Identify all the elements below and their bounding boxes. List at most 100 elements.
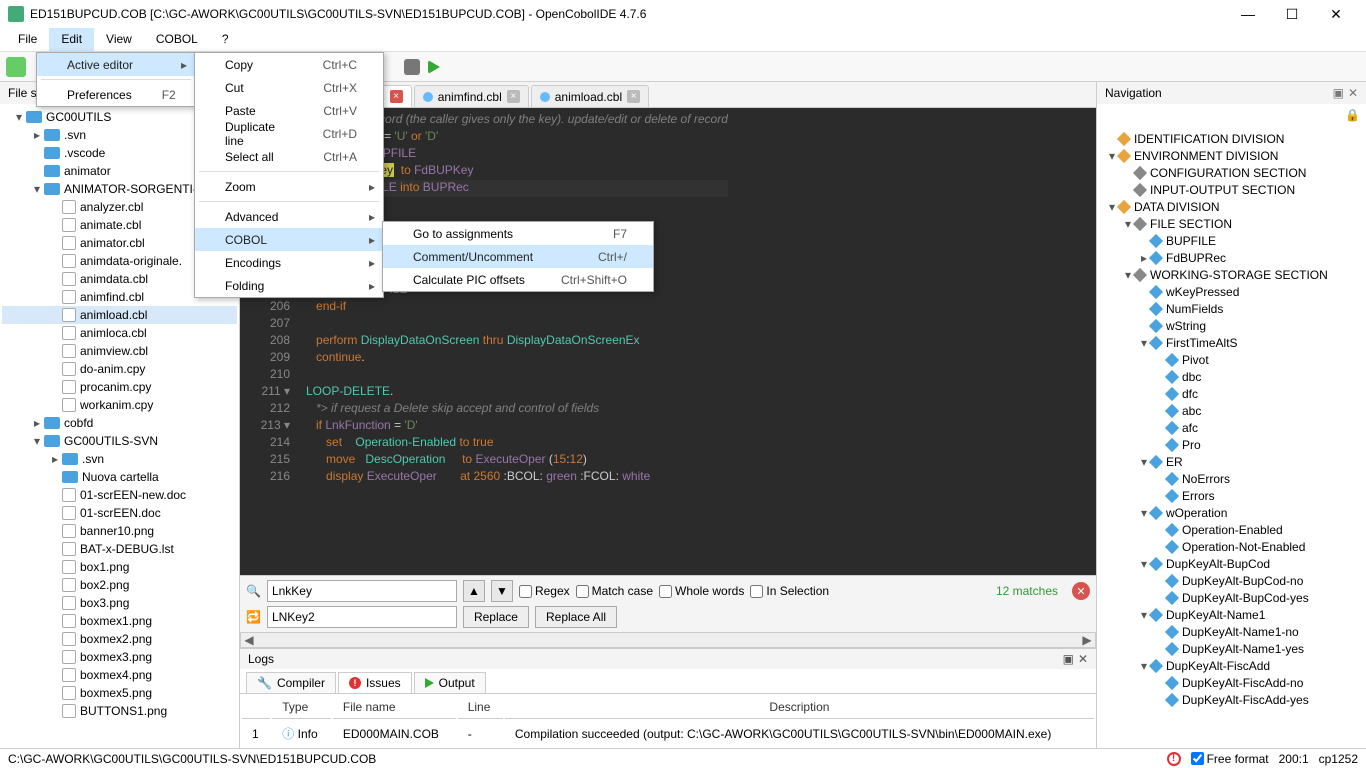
file-item[interactable]: boxmex1.png [2, 612, 237, 630]
nav-item[interactable]: DupKeyAlt-FiscAdd-no [1099, 674, 1364, 691]
nav-undock-icon[interactable]: ▣ [1333, 86, 1344, 100]
tab-close-icon[interactable]: × [507, 90, 520, 103]
menu-item[interactable]: Advanced▸ [195, 205, 383, 228]
file-item[interactable]: animload.cbl [2, 306, 237, 324]
search-close-button[interactable]: ✕ [1072, 582, 1090, 600]
nav-item[interactable]: DupKeyAlt-BupCod-yes [1099, 589, 1364, 606]
nav-item[interactable]: NumFields [1099, 300, 1364, 317]
nav-item[interactable]: wString [1099, 317, 1364, 334]
horizontal-scrollbar[interactable]: ◀▶ [240, 632, 1096, 648]
nav-item[interactable]: BUPFILE [1099, 232, 1364, 249]
wholewords-checkbox[interactable]: Whole words [659, 584, 744, 598]
menu-item[interactable]: Select allCtrl+A [195, 145, 383, 168]
menu-item[interactable]: CutCtrl+X [195, 76, 383, 99]
menu-item[interactable]: CopyCtrl+C [195, 53, 383, 76]
replace-input[interactable] [267, 606, 457, 628]
search-input[interactable] [267, 580, 457, 602]
file-item[interactable]: animview.cbl [2, 342, 237, 360]
nav-item[interactable]: Pro [1099, 436, 1364, 453]
file-item[interactable]: boxmex5.png [2, 684, 237, 702]
file-item[interactable]: boxmex4.png [2, 666, 237, 684]
menu-file[interactable]: File [6, 28, 49, 51]
nav-item[interactable]: Operation-Enabled [1099, 521, 1364, 538]
menu-item[interactable]: Comment/UncommentCtrl+/ [383, 245, 653, 268]
file-item[interactable]: 01-scrEEN.doc [2, 504, 237, 522]
navigation-tree[interactable]: IDENTIFICATION DIVISION▾ENVIRONMENT DIVI… [1097, 126, 1366, 748]
lock-icon[interactable]: 🔒 [1345, 108, 1360, 122]
nav-item[interactable]: ▾DupKeyAlt-FiscAdd [1099, 657, 1364, 674]
status-warn-icon[interactable]: ! [1167, 752, 1181, 766]
nav-item[interactable]: ▾DupKeyAlt-Name1 [1099, 606, 1364, 623]
menu-item[interactable]: Zoom▸ [195, 175, 383, 198]
editor-tab[interactable]: animfind.cbl× [414, 85, 529, 107]
menu-preferences[interactable]: PreferencesF2 [37, 83, 195, 106]
nav-item[interactable]: ▾wOperation [1099, 504, 1364, 521]
nav-item[interactable]: ▾DupKeyAlt-BupCod [1099, 555, 1364, 572]
matchcase-checkbox[interactable]: Match case [576, 584, 653, 598]
menu-active-editor[interactable]: Active editor▸ [37, 53, 195, 76]
menu-item[interactable]: Folding▸ [195, 274, 383, 297]
nav-close-icon[interactable]: ✕ [1348, 86, 1358, 100]
nav-item[interactable]: ▸FdBUPRec [1099, 249, 1364, 266]
nav-item[interactable]: IDENTIFICATION DIVISION [1099, 130, 1364, 147]
file-item[interactable]: boxmex2.png [2, 630, 237, 648]
file-item[interactable]: workanim.cpy [2, 396, 237, 414]
nav-item[interactable]: DupKeyAlt-FiscAdd-yes [1099, 691, 1364, 708]
file-item[interactable]: BUTTONS1.png [2, 702, 237, 720]
free-format-checkbox[interactable]: Free format [1191, 752, 1269, 766]
file-item[interactable]: box1.png [2, 558, 237, 576]
editor-tab[interactable]: animload.cbl× [531, 85, 649, 107]
file-item[interactable]: boxmex3.png [2, 648, 237, 666]
file-item[interactable]: 01-scrEEN-new.doc [2, 486, 237, 504]
nav-item[interactable]: ▾ER [1099, 453, 1364, 470]
replace-button[interactable]: Replace [463, 606, 529, 628]
nav-item[interactable]: ▾FirstTimeAltS [1099, 334, 1364, 351]
menu-item[interactable]: Duplicate lineCtrl+D [195, 122, 383, 145]
file-item[interactable]: banner10.png [2, 522, 237, 540]
tab-close-icon[interactable]: × [627, 90, 640, 103]
file-item[interactable]: box2.png [2, 576, 237, 594]
build-icon[interactable] [404, 59, 420, 75]
nav-item[interactable]: abc [1099, 402, 1364, 419]
new-file-icon[interactable] [6, 57, 26, 77]
menu-item[interactable]: COBOL▸ [195, 228, 383, 251]
nav-item[interactable]: Pivot [1099, 351, 1364, 368]
file-item[interactable]: BAT-x-DEBUG.lst [2, 540, 237, 558]
nav-item[interactable]: DupKeyAlt-BupCod-no [1099, 572, 1364, 589]
menu-cobol[interactable]: COBOL [144, 28, 210, 51]
nav-item[interactable]: CONFIGURATION SECTION [1099, 164, 1364, 181]
menu-help[interactable]: ? [210, 28, 241, 51]
nav-item[interactable]: DupKeyAlt-Name1-yes [1099, 640, 1364, 657]
nav-item[interactable]: Errors [1099, 487, 1364, 504]
folder-item[interactable]: ▾GC00UTILS-SVN [2, 432, 237, 450]
table-row[interactable]: 1 ⓘ Info ED000MAIN.COB - Compilation suc… [242, 721, 1094, 746]
regex-checkbox[interactable]: Regex [519, 584, 570, 598]
nav-item[interactable]: wKeyPressed [1099, 283, 1364, 300]
nav-item[interactable]: ▾WORKING-STORAGE SECTION [1099, 266, 1364, 283]
tab-close-icon[interactable]: × [390, 90, 403, 103]
run-icon[interactable] [428, 60, 440, 74]
nav-item[interactable]: NoErrors [1099, 470, 1364, 487]
file-item[interactable]: box3.png [2, 594, 237, 612]
tab-output[interactable]: Output [414, 672, 486, 693]
tab-issues[interactable]: !Issues [338, 672, 412, 693]
menu-edit[interactable]: Edit [49, 28, 94, 51]
folder-item[interactable]: ▸.svn [2, 450, 237, 468]
maximize-button[interactable]: ☐ [1270, 0, 1314, 28]
folder-item[interactable]: ▸cobfd [2, 414, 237, 432]
nav-item[interactable]: ▾DATA DIVISION [1099, 198, 1364, 215]
close-button[interactable]: ✕ [1314, 0, 1358, 28]
nav-item[interactable]: afc [1099, 419, 1364, 436]
inselection-checkbox[interactable]: In Selection [750, 584, 829, 598]
nav-item[interactable]: dbc [1099, 368, 1364, 385]
logs-undock-icon[interactable]: ▣ [1063, 652, 1074, 666]
logs-close-icon[interactable]: ✕ [1078, 652, 1088, 666]
nav-item[interactable]: ▾ENVIRONMENT DIVISION [1099, 147, 1364, 164]
nav-item[interactable]: ▾FILE SECTION [1099, 215, 1364, 232]
nav-item[interactable]: DupKeyAlt-Name1-no [1099, 623, 1364, 640]
file-item[interactable]: procanim.cpy [2, 378, 237, 396]
file-item[interactable]: animloca.cbl [2, 324, 237, 342]
replace-all-button[interactable]: Replace All [535, 606, 617, 628]
menu-item[interactable]: Encodings▸ [195, 251, 383, 274]
file-item[interactable]: do-anim.cpy [2, 360, 237, 378]
